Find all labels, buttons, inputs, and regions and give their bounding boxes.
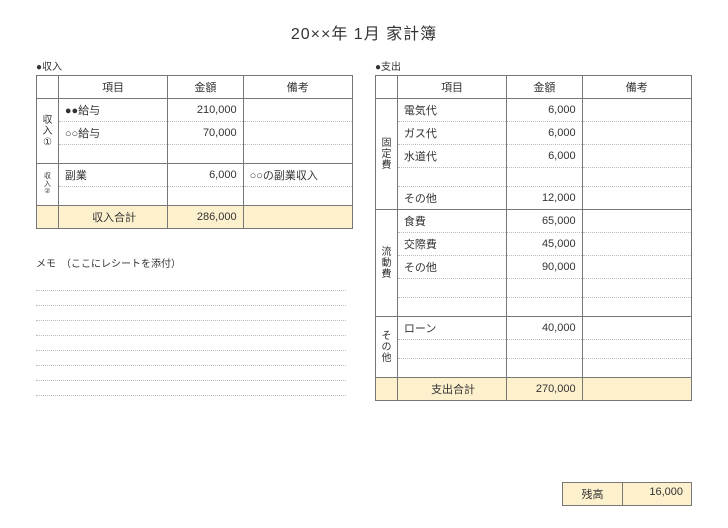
expense-row: 交際費 45,000 [376,233,692,256]
expense-row [376,298,692,317]
expense-row [376,168,692,187]
expense-row: 固定費 電気代 6,000 [376,99,692,122]
income-table: 項目 金額 備考 収入① ●●給与 210,000 ○○給与 70,000 [36,75,353,229]
balance-value: 16,000 [622,482,692,506]
memo-line [36,291,346,306]
income-section-label: ●収入 [36,58,353,73]
expense-row: 流動費 食費 65,000 [376,210,692,233]
main-columns: ●収入 項目 金額 備考 収入① ●●給与 210,000 ○○給与 70,00… [36,58,692,401]
income-column: ●収入 項目 金額 備考 収入① ●●給与 210,000 ○○給与 70,00… [36,58,353,401]
expense-row: その他 90,000 [376,256,692,279]
expense-row [376,279,692,298]
balance-label: 残高 [562,482,622,506]
memo-line [36,276,346,291]
income-total-label: 収入合計 [58,206,167,229]
income-header: 項目 金額 備考 [37,76,353,99]
expense-header: 項目 金額 備考 [376,76,692,99]
income-row [37,145,353,164]
expense-total-label: 支出合計 [397,378,506,401]
memo-title: メモ （ここにレシートを添付） [36,255,346,270]
income-total-amount: 286,000 [168,206,243,229]
memo-line [36,306,346,321]
expense-section-label: ●支出 [375,58,692,73]
memo-section: メモ （ここにレシートを添付） [36,255,346,396]
col-amount: 金額 [168,76,243,99]
expense-row: その他 12,000 [376,187,692,210]
expense-row [376,359,692,378]
expense-total-amount: 270,000 [507,378,582,401]
expense-total-row: 支出合計 270,000 [376,378,692,401]
income-total-row: 収入合計 286,000 [37,206,353,229]
page-title: 20××年 1月 家計簿 [36,20,692,44]
income-row: 収入① ●●給与 210,000 [37,99,353,122]
expense-row: 水道代 6,000 [376,145,692,168]
income-row: 収入② 副業 6,000 ○○の副業収入 [37,164,353,187]
income-row: ○○給与 70,000 [37,122,353,145]
col-note: 備考 [243,76,352,99]
income-row [37,187,353,206]
memo-line [36,351,346,366]
memo-line [36,381,346,396]
expense-column: ●支出 項目 金額 備考 固定費 電気代 6,000 ガス代 6,000 水道代 [375,58,692,401]
memo-line [36,321,346,336]
memo-line [36,366,346,381]
expense-row [376,340,692,359]
balance-box: 残高 16,000 [562,482,692,506]
col-item: 項目 [58,76,167,99]
expense-row: その他 ローン 40,000 [376,317,692,340]
memo-line [36,336,346,351]
expense-row: ガス代 6,000 [376,122,692,145]
expense-table: 項目 金額 備考 固定費 電気代 6,000 ガス代 6,000 水道代 6,0… [375,75,692,401]
